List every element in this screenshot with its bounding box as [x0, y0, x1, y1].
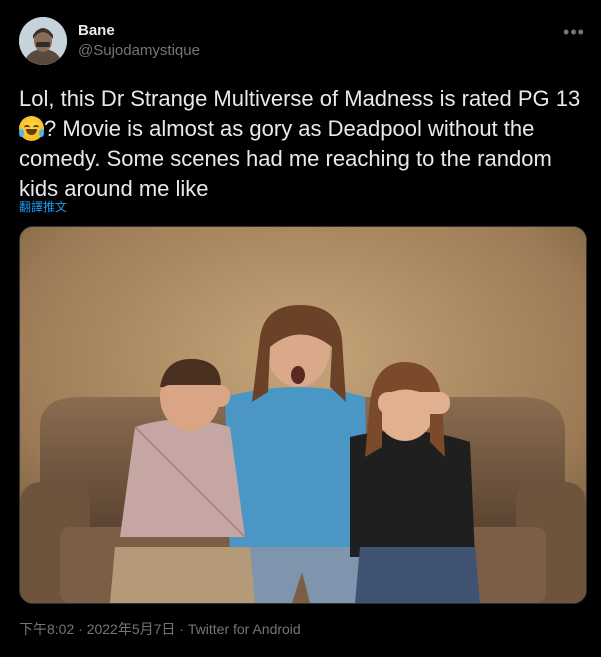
user-handle[interactable]: @Sujodamystique — [78, 42, 200, 59]
user-avatar[interactable] — [19, 17, 67, 65]
tweet-card: Bane @Sujodamystique ••• Lol, this Dr St… — [0, 0, 601, 657]
tweet-date[interactable]: 2022年5月7日 — [87, 621, 176, 637]
translate-tweet-link[interactable]: 翻譯推文 — [19, 198, 67, 215]
avatar-image — [19, 17, 67, 65]
tweet-text-part-2: ? Movie is almost as gory as Deadpool wi… — [19, 116, 552, 201]
tear-right — [39, 129, 44, 137]
more-dots-icon[interactable]: ••• — [560, 18, 588, 46]
meta-separator: · — [175, 621, 188, 637]
tweet-source[interactable]: Twitter for Android — [188, 621, 301, 637]
tweet-text: Lol, this Dr Strange Multiverse of Madne… — [19, 84, 589, 204]
tweet-time[interactable]: 下午8:02 — [19, 621, 74, 637]
photo-woman-covering-kids-eyes — [20, 227, 586, 603]
display-name[interactable]: Bane — [78, 22, 115, 39]
emoji-mouth — [26, 129, 37, 135]
tweet-meta: 下午8:02 · 2022年5月7日 · Twitter for Android — [19, 619, 301, 639]
tear-left — [19, 129, 24, 137]
meta-separator: · — [74, 621, 87, 637]
tweet-photo[interactable] — [19, 226, 587, 604]
laughing-with-tears-emoji — [19, 116, 44, 141]
tweet-text-part-1: Lol, this Dr Strange Multiverse of Madne… — [19, 86, 581, 111]
